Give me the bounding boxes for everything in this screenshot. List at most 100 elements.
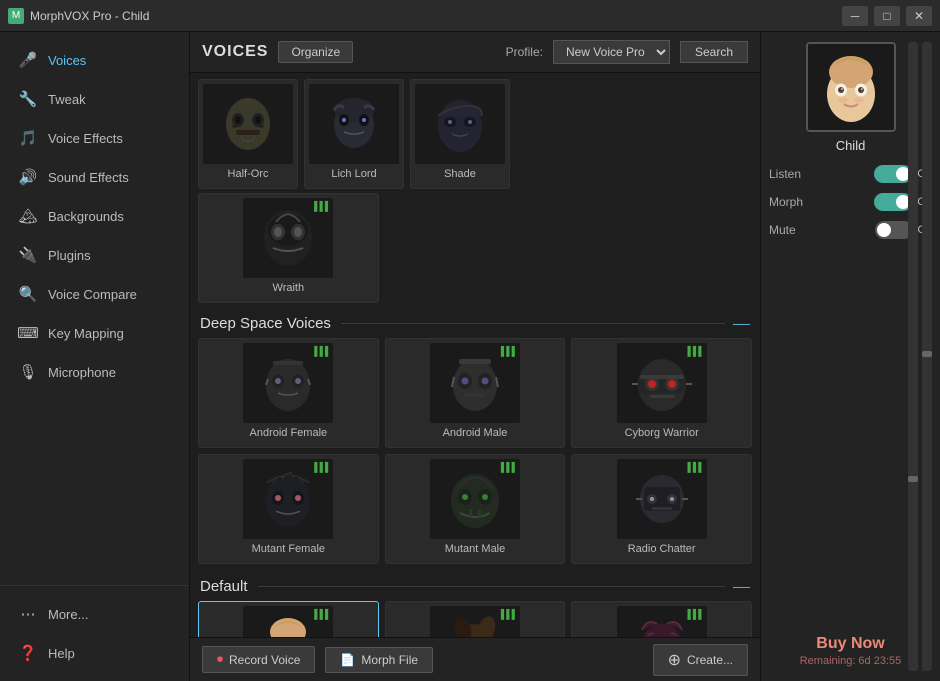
voice-name-lich-lord: Lich Lord: [329, 168, 378, 180]
sidebar-item-microphone[interactable]: 🎙 Microphone: [4, 353, 185, 391]
voice-card-android-male[interactable]: ▌▌▌: [385, 338, 566, 448]
morph-label: Morph: [769, 195, 803, 209]
record-voice-button[interactable]: ⏺ Record Voice: [202, 646, 315, 673]
voices-scroll[interactable]: Half-Orc: [190, 73, 760, 637]
voice-image-cyborg-warrior: ▌▌▌: [617, 343, 707, 423]
voice-name-shade: Shade: [442, 168, 478, 180]
voice-card-wraith[interactable]: ▌▌▌ Wraith: [198, 193, 379, 303]
shade-face: [420, 88, 500, 160]
buy-now: Buy Now Remaining: 6d 23:55: [761, 635, 940, 667]
signal-icon-radio-chatter: ▌▌▌: [688, 462, 704, 472]
voice-image-android-female: ▌▌▌: [243, 343, 333, 423]
sidebar-label-tweak: Tweak: [48, 92, 86, 107]
voice-name-mutant-female: Mutant Female: [250, 543, 327, 555]
sidebar-item-voice-effects[interactable]: 🎵 Voice Effects: [4, 119, 185, 157]
section-header-deep-space: Deep Space Voices ──: [198, 307, 752, 338]
signal-icon-android-male: ▌▌▌: [501, 346, 517, 356]
morph-toggle[interactable]: [874, 193, 912, 211]
profile-select[interactable]: New Voice Pro: [553, 40, 670, 64]
sidebar-item-voices[interactable]: 🎤 Voices: [4, 41, 185, 79]
organize-button[interactable]: Organize: [278, 41, 353, 63]
voice-card-radio-chatter[interactable]: ▌▌▌: [571, 454, 752, 564]
volume-slider-2-thumb: [922, 351, 932, 357]
cyborg-warrior-face: [622, 347, 702, 419]
sidebar-item-key-mapping[interactable]: ⌨ Key Mapping: [4, 314, 185, 352]
sidebar-item-tweak[interactable]: 🔧 Tweak: [4, 80, 185, 118]
top-row: Half-Orc: [198, 73, 752, 193]
volume-slider-1[interactable]: [908, 42, 918, 671]
minimize-button[interactable]: ─: [842, 6, 868, 26]
buy-now-remaining: Remaining: 6d 23:55: [761, 655, 940, 667]
voice-name-radio-chatter: Radio Chatter: [626, 543, 698, 555]
section-line-deep-space: [341, 323, 725, 324]
section-toggle-default[interactable]: ──: [733, 580, 750, 594]
mute-toggle-knob: [877, 223, 891, 237]
mutant-male-face: [435, 463, 515, 535]
voice-effects-icon: 🎵: [18, 128, 38, 148]
search-button[interactable]: Search: [680, 41, 748, 63]
listen-toggle[interactable]: [874, 165, 912, 183]
voice-image-half-orc: [203, 84, 293, 164]
voice-card-android-female[interactable]: ▌▌▌: [198, 338, 379, 448]
section-header-default: Default ──: [198, 570, 752, 601]
voice-name-cyborg-warrior: Cyborg Warrior: [623, 427, 701, 439]
voice-card-lich-lord[interactable]: Lich Lord: [304, 79, 404, 189]
volume-slider-2[interactable]: [922, 42, 932, 671]
buy-now-button[interactable]: Buy Now: [761, 635, 940, 653]
voice-card-shade[interactable]: Shade: [410, 79, 510, 189]
voice-image-child: ▌▌▌: [243, 606, 333, 637]
sidebar-label-microphone: Microphone: [48, 365, 116, 380]
signal-icon-dog-translator: ▌▌▌: [501, 609, 517, 619]
close-button[interactable]: ✕: [906, 6, 932, 26]
sidebar-bottom: ⋯ More... ❓ Help: [0, 585, 189, 681]
maximize-button[interactable]: □: [874, 6, 900, 26]
voice-card-mutant-male[interactable]: ▌▌▌: [385, 454, 566, 564]
voice-name-android-male: Android Male: [441, 427, 510, 439]
create-button[interactable]: ⊕ Create...: [653, 644, 748, 676]
main-content: VOICES Organize Profile: New Voice Pro S…: [190, 32, 760, 681]
voice-card-hell-demon[interactable]: ▌▌▌: [571, 601, 752, 637]
section-title-default: Default: [200, 578, 248, 595]
android-female-face: [248, 347, 328, 419]
sidebar-item-more[interactable]: ⋯ More...: [4, 595, 185, 633]
sidebar-label-help: Help: [48, 646, 75, 661]
voice-image-dog-translator: ▌▌▌: [430, 606, 520, 637]
voice-card-mutant-female[interactable]: ▌▌▌ Mutant Female: [198, 454, 379, 564]
volume-sliders: [908, 42, 932, 671]
voice-card-dog-translator[interactable]: ▌▌▌: [385, 601, 566, 637]
sidebar-item-voice-compare[interactable]: 🔍 Voice Compare: [4, 275, 185, 313]
android-male-face: [435, 347, 515, 419]
mute-toggle[interactable]: [875, 221, 913, 239]
voice-name-wraith: Wraith: [271, 282, 307, 294]
listen-label: Listen: [769, 167, 801, 181]
morph-file-button[interactable]: 📄 Morph File: [325, 647, 433, 673]
sidebar-label-backgrounds: Backgrounds: [48, 209, 124, 224]
help-icon: ❓: [18, 643, 38, 663]
section-toggle-deep-space[interactable]: ──: [733, 317, 750, 331]
title-bar: M MorphVOX Pro - Child ─ □ ✕: [0, 0, 940, 32]
voice-name-mutant-male: Mutant Male: [443, 543, 508, 555]
sidebar-item-help[interactable]: ❓ Help: [4, 634, 185, 672]
backgrounds-icon: 🏔: [18, 206, 38, 226]
create-label: Create...: [687, 653, 733, 667]
sidebar-item-backgrounds[interactable]: 🏔 Backgrounds: [4, 197, 185, 235]
sidebar-item-plugins[interactable]: 🔌 Plugins: [4, 236, 185, 274]
voice-image-android-male: ▌▌▌: [430, 343, 520, 423]
signal-icon-mutant-female: ▌▌▌: [314, 462, 330, 472]
sidebar-nav: 🎤 Voices 🔧 Tweak 🎵 Voice Effects 🔊 Sound…: [0, 32, 189, 585]
voice-card-cyborg-warrior[interactable]: ▌▌▌: [571, 338, 752, 448]
child-preview-face: [808, 44, 894, 130]
signal-icon-child: ▌▌▌: [314, 609, 330, 619]
voice-card-child[interactable]: ▌▌▌: [198, 601, 379, 637]
voice-card-half-orc[interactable]: Half-Orc: [198, 79, 298, 189]
record-voice-label: Record Voice: [229, 653, 300, 667]
right-panel: Child Listen On Morph On Mute: [760, 32, 940, 681]
voice-image-lich-lord: [309, 84, 399, 164]
signal-icon-mutant-male: ▌▌▌: [501, 462, 517, 472]
sidebar-label-voice-compare: Voice Compare: [48, 287, 137, 302]
sidebar-item-sound-effects[interactable]: 🔊 Sound Effects: [4, 158, 185, 196]
voice-image-mutant-male: ▌▌▌: [430, 459, 520, 539]
signal-icon-cyborg-warrior: ▌▌▌: [688, 346, 704, 356]
app-icon: M: [8, 8, 24, 24]
voice-name-half-orc: Half-Orc: [226, 168, 271, 180]
